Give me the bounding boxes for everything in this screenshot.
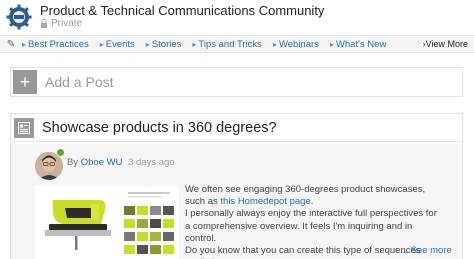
verified-badge-icon [56, 148, 65, 157]
post-card: Showcase products in 360 degrees? By Obo… [10, 113, 463, 259]
nav-item-whats-new[interactable]: ▸ What's New [330, 39, 386, 50]
tag-icon: ▸ [192, 39, 197, 49]
post-body: By Oboe WU 3 days ago We often see engag… [11, 144, 462, 259]
tag-icon: ▸ [329, 39, 334, 49]
tag-icon: ▸ [272, 39, 277, 49]
privacy-label: Private [51, 18, 83, 29]
nav-item-best-practices[interactable]: ▸ Best Practices [22, 39, 89, 50]
plus-icon: + [13, 70, 37, 94]
privacy-status: Private [40, 18, 82, 29]
tag-navbar: ✎ ▸ Best Practices ▸ Events ▸ Stories ▸ Tips… [0, 35, 474, 53]
view-more-button[interactable]: ›View More [423, 39, 468, 49]
view-more-label: View More [425, 39, 468, 49]
jigsaw-product-image [35, 186, 121, 259]
post-title[interactable]: Showcase products in 360 degrees? [42, 120, 277, 136]
see-more-link[interactable]: ... See more [400, 245, 452, 256]
nav-item-events[interactable]: ▸ Events [100, 39, 135, 50]
nav-item-stories[interactable]: ▸ Stories [146, 39, 182, 50]
community-title[interactable]: Product & Technical Communications Commu… [40, 3, 324, 18]
document-icon [14, 117, 34, 138]
tags-icon: ✎ [6, 38, 16, 50]
homedepot-link[interactable]: this Homedepot page [220, 196, 310, 207]
excerpt-paragraph-1: We often see engaging 360-degrees produc… [185, 184, 426, 208]
post-timestamp: 3 days ago [128, 157, 175, 168]
excerpt-paragraph-2: I personally always enjoy the interactiv… [185, 208, 437, 244]
post-image[interactable] [35, 186, 179, 259]
post-byline: By Oboe WU 3 days ago [67, 157, 175, 168]
tag-icon: ▸ [145, 39, 150, 49]
product-page-screenshot [121, 186, 177, 259]
lock-icon [41, 19, 47, 28]
author-link[interactable]: Oboe WU [81, 157, 123, 168]
nav-item-tips-and-tricks[interactable]: ▸ Tips and Tricks [192, 39, 262, 50]
post-header: Showcase products in 360 degrees? [11, 114, 462, 142]
nav-item-webinars[interactable]: ▸ Webinars [273, 39, 319, 50]
add-post-label: Add a Post [45, 74, 114, 90]
tag-icon: ▸ [22, 39, 27, 49]
add-post-box[interactable]: + Add a Post [10, 67, 463, 97]
tag-icon: ▸ [99, 39, 104, 49]
community-header: Product & Technical Communications Commu… [0, 0, 474, 34]
community-logo[interactable] [6, 4, 32, 30]
byline-prefix: By [67, 157, 79, 168]
